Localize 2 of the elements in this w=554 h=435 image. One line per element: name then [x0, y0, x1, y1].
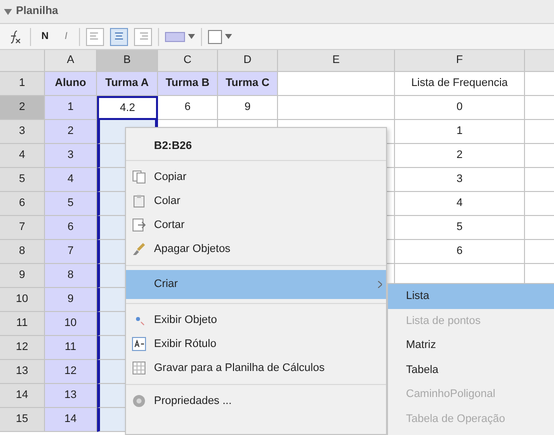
menu-title: B2:B26: [154, 138, 192, 154]
panel-title: Planilha: [16, 4, 58, 20]
